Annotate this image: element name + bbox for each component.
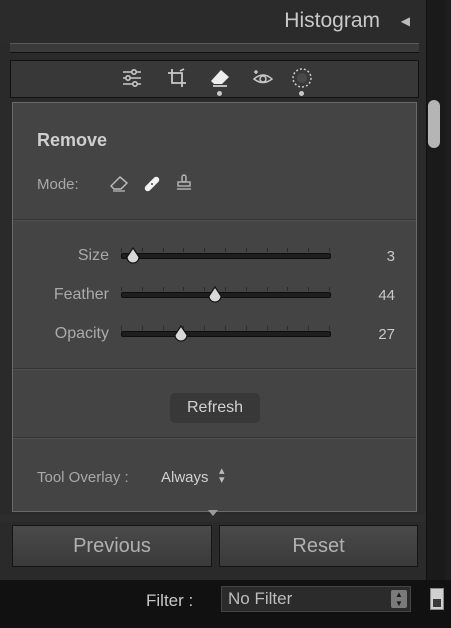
slider-tick xyxy=(245,287,247,291)
feather-slider-ticks xyxy=(121,287,331,291)
filter-select[interactable]: No Filter ▲ ▼ xyxy=(221,586,411,612)
feather-value[interactable]: 44 xyxy=(355,287,395,304)
filter-lock-icon[interactable] xyxy=(430,588,444,610)
refresh-button[interactable]: Refresh xyxy=(170,393,260,423)
slider-tick xyxy=(266,287,268,291)
slider-tick xyxy=(287,248,289,252)
eraser-icon[interactable] xyxy=(208,67,232,89)
slider-tick xyxy=(225,287,226,291)
filter-lock-inner xyxy=(433,599,441,607)
feather-slider-track[interactable] xyxy=(121,292,331,298)
slider-tick xyxy=(121,248,122,252)
slider-tick xyxy=(225,326,226,330)
slider-tick xyxy=(266,326,268,330)
redeye-icon[interactable] xyxy=(251,67,275,89)
slider-tick xyxy=(266,248,268,252)
eraser-mode-icon[interactable] xyxy=(109,175,129,198)
size-value[interactable]: 3 xyxy=(355,248,395,265)
collapse-triangle-icon[interactable]: ◀ xyxy=(401,14,410,28)
slider-tick xyxy=(245,248,247,252)
slider-tick xyxy=(204,248,206,252)
updown-arrows-icon[interactable]: ▴ ▾ xyxy=(219,466,225,486)
slider-tick xyxy=(245,326,247,330)
section-divider xyxy=(13,219,416,221)
size-slider-track[interactable] xyxy=(121,253,331,259)
slider-tick xyxy=(204,326,206,330)
opacity-label: Opacity xyxy=(54,325,109,342)
section-divider xyxy=(13,437,416,439)
reset-button[interactable]: Reset xyxy=(219,525,418,567)
slider-tick xyxy=(162,287,164,291)
slider-tick xyxy=(183,248,185,252)
slider-tick xyxy=(121,287,122,291)
slider-tick xyxy=(204,287,206,291)
slider-tick xyxy=(329,287,330,291)
tool-strip xyxy=(10,60,419,98)
active-tool-dot xyxy=(217,91,222,96)
slider-tick xyxy=(141,287,143,291)
bandage-mode-icon[interactable] xyxy=(143,175,161,198)
remove-panel: Remove Mode: Size 3 Feather 44 Opacity 2… xyxy=(12,102,417,512)
filter-value: No Filter xyxy=(228,589,293,608)
slider-tick xyxy=(308,326,310,330)
filter-label: Filter : xyxy=(146,591,194,610)
slider-tick xyxy=(308,287,310,291)
histogram-header[interactable]: Histogram ◀ xyxy=(0,0,426,42)
slider-tick xyxy=(141,248,143,252)
slider-tick xyxy=(141,326,143,330)
panel-scrollbar[interactable] xyxy=(426,0,445,580)
histogram-collapsed-bar xyxy=(10,43,419,53)
scrollbar-thumb[interactable] xyxy=(428,100,440,148)
size-label: Size xyxy=(77,247,109,264)
edit-sliders-icon[interactable] xyxy=(120,67,144,89)
feather-label: Feather xyxy=(53,286,109,303)
slider-tick xyxy=(287,326,289,330)
tool-overlay-label: Tool Overlay : xyxy=(37,469,129,486)
slider-tick xyxy=(162,248,164,252)
select-arrows-icon: ▲ ▼ xyxy=(391,590,407,608)
size-slider-ticks xyxy=(121,248,331,252)
opacity-value[interactable]: 27 xyxy=(355,326,395,343)
stamp-mode-icon[interactable] xyxy=(176,174,192,197)
histogram-title: Histogram xyxy=(284,9,380,32)
opacity-slider-ticks xyxy=(121,326,331,330)
opacity-slider-thumb[interactable] xyxy=(173,324,189,345)
tool-overlay-select[interactable]: Always xyxy=(161,469,209,486)
slider-tick xyxy=(162,326,164,330)
mode-label: Mode: xyxy=(37,176,79,193)
slider-tick xyxy=(329,248,330,252)
previous-button[interactable]: Previous xyxy=(12,525,212,567)
mask-active-dot xyxy=(299,91,304,96)
feather-slider-thumb[interactable] xyxy=(207,285,223,306)
slider-tick xyxy=(183,287,185,291)
panel-end-arrow-icon xyxy=(208,510,218,516)
slider-tick xyxy=(225,248,226,252)
mask-icon[interactable] xyxy=(290,67,314,89)
slider-tick xyxy=(287,287,289,291)
panel-title: Remove xyxy=(37,130,108,150)
slider-tick xyxy=(329,326,330,330)
size-slider-thumb[interactable] xyxy=(125,246,141,267)
section-divider xyxy=(13,368,416,370)
opacity-slider-track[interactable] xyxy=(121,331,331,337)
slider-tick xyxy=(121,326,122,330)
crop-icon[interactable] xyxy=(165,67,189,89)
slider-tick xyxy=(308,248,310,252)
